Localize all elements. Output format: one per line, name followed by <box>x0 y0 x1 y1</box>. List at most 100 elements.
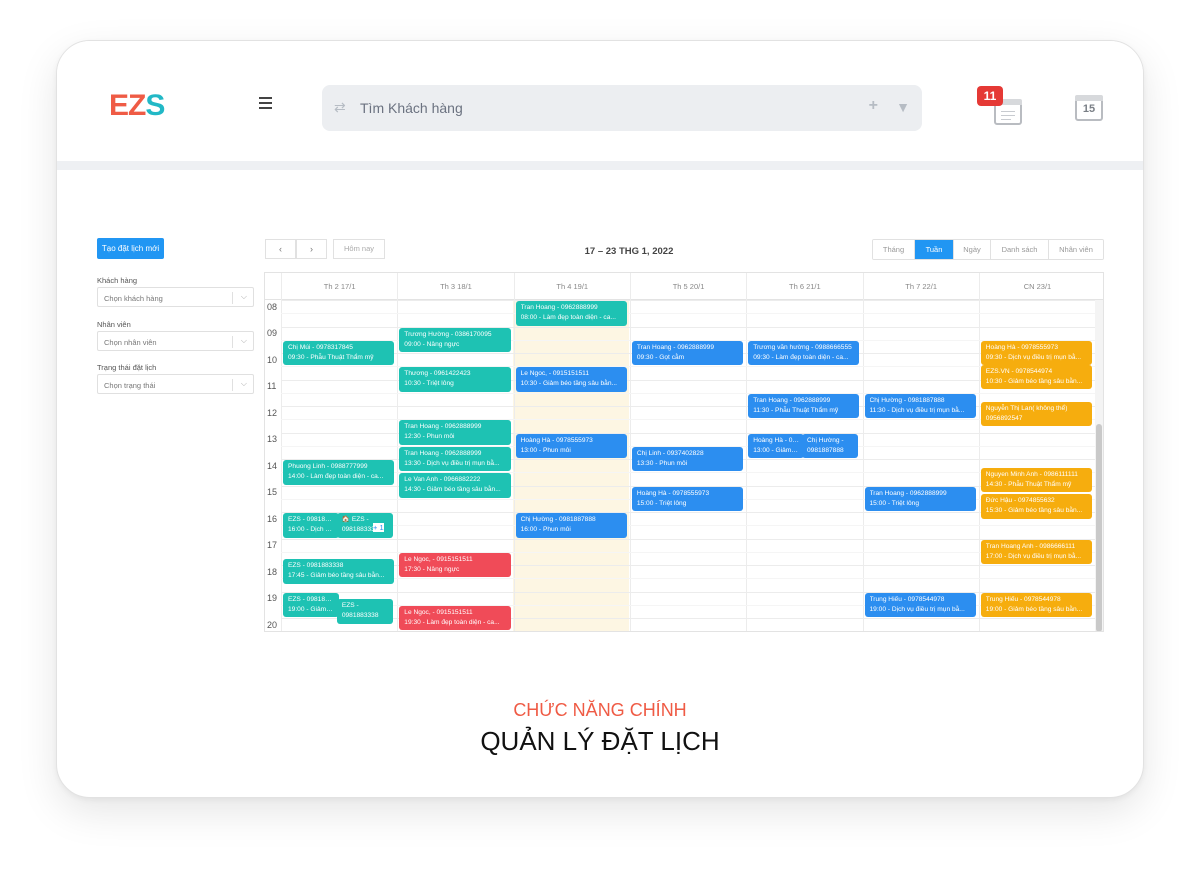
search-bar[interactable]: ⇄ Tìm Khách hàng + ▼ <box>322 85 922 131</box>
booking-event[interactable]: Tran Hoang Anh - 0986666111 17:00 - Dịch … <box>980 539 1093 564</box>
hour-label: 20 <box>267 619 278 630</box>
event-service: 15:00 - Triệt lông <box>636 499 687 507</box>
event-service: 19:00 - Dịch vụ điều trị mụn bằ... <box>869 605 965 613</box>
status-select[interactable]: Chọn trạng thái ⌵ <box>97 374 254 394</box>
prev-week-button[interactable]: ‹ <box>265 239 296 259</box>
staff-filter-label: Nhân viên <box>97 320 131 329</box>
event-customer: Thương - 0961422423 <box>404 370 471 378</box>
more-events-link[interactable]: + 1 <box>373 523 384 532</box>
date-range-title: 17 – 23 THG 1, 2022 <box>584 246 674 257</box>
event-service: 13:00 - Giảm béo <box>753 446 800 454</box>
booking-event[interactable]: Nguyễn Thị Lan( không thể) 0956892547 <box>980 401 1093 427</box>
add-icon[interactable]: + <box>869 97 878 115</box>
event-service: 0981887888 <box>807 446 844 454</box>
tab-week[interactable]: Tuần <box>915 240 954 259</box>
half-hour-gridline <box>281 313 1096 315</box>
event-service: 19:30 - Làm đẹp toàn diện - ca... <box>404 618 500 626</box>
day-header: Th 5 20/1 <box>629 273 746 300</box>
booking-event[interactable]: Le Ngoc, - 0915151511 19:30 - Làm đẹp toà… <box>399 605 511 631</box>
booking-event[interactable]: Chị Linh - 0937402828 13:30 - Phun môi <box>631 446 744 472</box>
booking-event[interactable]: Nguyen Minh Anh - 0986111111 14:30 - Phẫu… <box>980 467 1093 493</box>
event-service: 11:30 - Dịch vụ điều trị mụn bằ... <box>869 406 965 414</box>
event-customer: Le Ngoc, - 0915151511 <box>404 608 473 616</box>
booking-event[interactable]: EZS.VN - 0978544974 10:30 - Giảm béo tầng… <box>980 364 1093 390</box>
view-tabs: Tháng Tuần Ngày Danh sách Nhân viên <box>872 239 1104 260</box>
booking-event[interactable]: Tran Hoang - 0962888999 08:00 - Làm đẹp t… <box>515 301 627 326</box>
hour-label: 19 <box>267 593 278 604</box>
booking-event[interactable]: Trương Hường - 0386170095 09:00 - Nâng ng… <box>399 327 511 352</box>
tab-list[interactable]: Danh sách <box>991 240 1049 259</box>
today-button[interactable]: Hôm nay <box>333 239 385 259</box>
event-service: 17:00 - Dịch vụ điều trị mụn bằ... <box>985 552 1082 560</box>
event-service: 09:30 - Gọt cằm <box>636 353 685 361</box>
event-service: 16:00 - Dịch vụ điều trị <box>288 526 334 533</box>
booking-event[interactable]: Hoàng Hà - 0978555973 13:00 - Phun môi <box>515 433 627 458</box>
booking-event[interactable]: Hoàng Hà - 0978555973 13:00 - Giảm béo <box>748 433 805 458</box>
booking-event[interactable]: EZS - 0981883338 16:00 - Dịch vụ điều trị <box>283 513 340 538</box>
booking-event[interactable]: Hoàng Hà - 0978555973 15:00 - Triệt lông <box>631 486 744 511</box>
staff-select[interactable]: Chọn nhân viên ⌵ <box>97 331 254 351</box>
hour-label: 18 <box>267 566 278 577</box>
filter-icon[interactable]: ▼ <box>896 99 910 115</box>
logo-letter-s: S <box>145 89 165 122</box>
booking-event[interactable]: Phuong Linh - 0988777999 14:00 - Làm đẹp … <box>283 460 395 485</box>
event-service: 0956892547 <box>985 414 1023 422</box>
event-customer: Le Ngoc, - 0915151511 <box>520 370 590 378</box>
event-customer: Tran Hoang - 0962888999 <box>520 304 598 311</box>
event-service: 13:00 - Phun môi <box>520 446 571 454</box>
booking-event[interactable]: Hoàng Hà - 0978555973 09:30 - Dịch vụ điề… <box>980 340 1093 366</box>
caption-subtitle: CHỨC NĂNG CHÍNH <box>513 700 687 720</box>
day-header: Th 4 19/1 <box>513 273 630 300</box>
booking-event[interactable]: Tran Hoang - 0962888999 09:30 - Gọt cằm <box>631 340 744 366</box>
search-input[interactable]: Tìm Khách hàng <box>360 100 463 116</box>
event-customer: EZS - 0981883338 <box>288 595 334 603</box>
event-customer: Chị Hường - <box>807 436 844 444</box>
day-header: Th 7 22/1 <box>862 273 979 300</box>
event-customer: EZS.VN - 0978544974 <box>985 367 1053 375</box>
event-service: 12:30 - Phun môi <box>404 433 455 441</box>
booking-event[interactable]: Chị Hường - 0981887888 <box>802 433 859 458</box>
event-service: 17:30 - Nâng ngực <box>404 565 460 573</box>
menu-icon[interactable] <box>259 97 273 109</box>
booking-event[interactable]: Tran Hoang - 0962888999 13:30 - Dịch vụ đ… <box>399 446 511 472</box>
booking-event[interactable]: 🏠 EZS -0981883338 <box>336 513 393 538</box>
event-customer: Hoàng Hà - 0978555973 <box>985 343 1059 351</box>
booking-event[interactable]: EZS - 0981883338 19:00 - Giảm béo <box>283 592 340 617</box>
day-column-divider <box>746 300 748 631</box>
booking-event[interactable]: Tran Hoang - 0962888999 15:00 - Triệt lôn… <box>864 486 976 511</box>
booking-event[interactable]: Chị Hường - 0981887888 11:30 - Dịch vụ đi… <box>864 393 976 419</box>
chevron-down-icon: ⌵ <box>240 292 247 301</box>
event-customer: Chị Hường - 0981887888 <box>869 396 945 404</box>
booking-event[interactable]: Tran Hoang - 0962888999 11:30 - Phẫu Thuậ… <box>748 393 860 419</box>
calendar-scrollbar[interactable] <box>1095 300 1103 631</box>
hour-label: 13 <box>267 434 278 445</box>
next-week-button[interactable]: › <box>296 239 327 259</box>
refresh-icon[interactable]: ⇄ <box>334 99 346 116</box>
event-service: 09:00 - Nâng ngực <box>404 340 460 348</box>
booking-event[interactable]: Le Van Anh - 0966882222 14:30 - Giảm béo … <box>399 473 511 498</box>
event-service: 09:30 - Phẫu Thuật Thẩm mỹ <box>288 353 374 361</box>
booking-event[interactable]: Trung Hiếu - 0978544978 19:00 - Dịch vụ đ… <box>864 592 976 617</box>
booking-event[interactable]: Đức Hậu - 0974855632 15:30 - Giảm béo tần… <box>980 494 1093 519</box>
booking-event[interactable]: Tran Hoang - 0962888999 12:30 - Phun môi <box>399 420 511 445</box>
tab-staff[interactable]: Nhân viên <box>1049 240 1103 259</box>
booking-event[interactable]: Thương - 0961422423 10:30 - Triệt lông <box>399 367 511 392</box>
booking-event[interactable]: EZS - 0981883338 <box>336 599 393 624</box>
event-service: 13:30 - Phun môi <box>636 459 688 467</box>
new-booking-button[interactable]: Tạo đặt lịch mới <box>97 238 164 259</box>
tab-month[interactable]: Tháng <box>873 240 915 259</box>
booking-event[interactable]: EZS - 0981883338 17:45 - Giảm béo tầng sâ… <box>283 559 395 584</box>
customer-select[interactable]: Chọn khách hàng ⌵ <box>97 287 254 307</box>
ezs-logo[interactable]: EZS <box>109 89 165 122</box>
booking-event[interactable]: Le Ngoc, - 0915151511 17:30 - Nâng ngực <box>399 552 511 578</box>
booking-event[interactable]: Chị Múi - 0978317845 09:30 - Phẫu Thuật T… <box>283 340 395 366</box>
caption-title: QUẢN LÝ ĐẶT LỊCH <box>480 726 720 756</box>
booking-event[interactable]: Chị Hường - 0981887888 16:00 - Phun môi <box>515 513 627 538</box>
booking-event[interactable]: Le Ngoc, - 0915151511 10:30 - Giảm béo tầ… <box>515 367 627 392</box>
day-column-divider <box>397 300 399 631</box>
booking-event[interactable]: Trương văn hường - 0988666555 09:30 - Làm… <box>748 340 860 366</box>
event-customer: EZS - <box>341 602 359 610</box>
tab-day[interactable]: Ngày <box>954 240 991 259</box>
calendar-today-icon[interactable]: 15 <box>1075 91 1105 121</box>
booking-event[interactable]: Trung Hiếu - 0978544978 19:00 - Giảm béo … <box>980 592 1093 617</box>
